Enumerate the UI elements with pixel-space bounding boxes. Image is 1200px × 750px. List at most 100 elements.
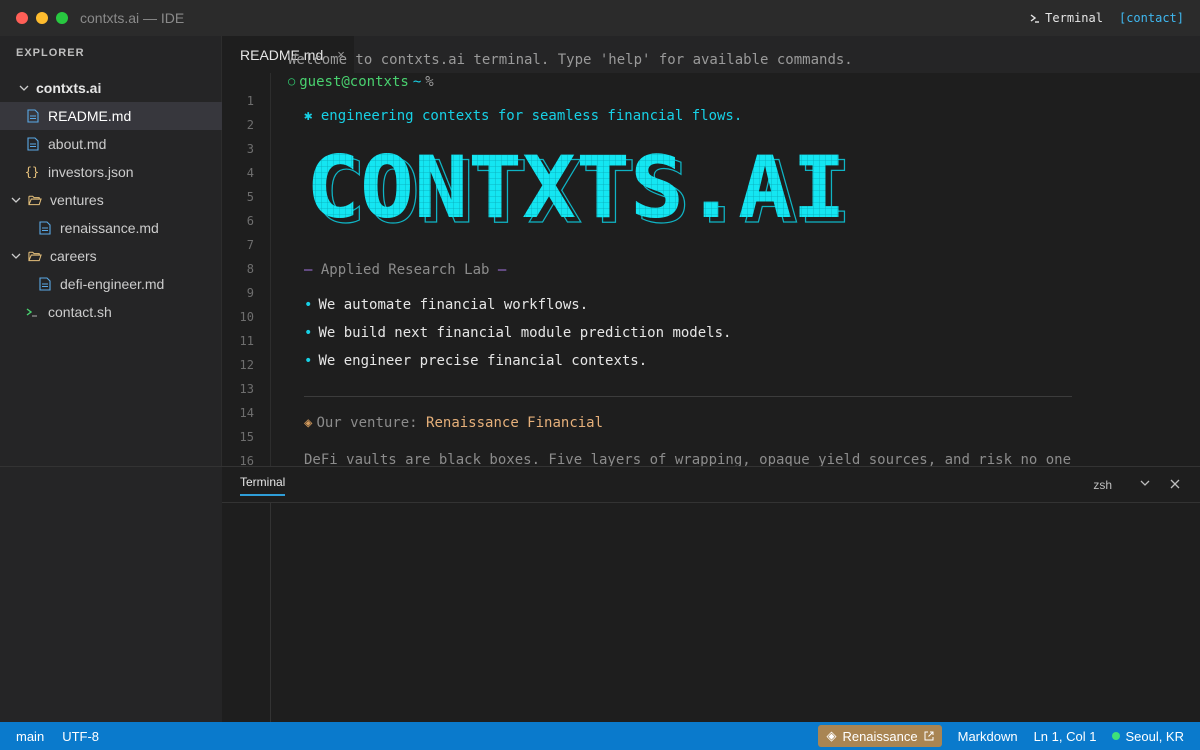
tree-item-renaissance[interactable]: renaissance.md xyxy=(0,214,222,242)
terminal-header: Terminal zsh xyxy=(222,467,1200,503)
line-number: 10 xyxy=(239,310,254,324)
terminal-panel: Terminal zsh xyxy=(0,466,1200,723)
divider xyxy=(304,396,1072,397)
bullet-dot: • xyxy=(304,297,313,313)
tree-folder-careers[interactable]: careers xyxy=(0,242,222,270)
terminal-icon xyxy=(1030,14,1040,23)
tree-item-label: ventures xyxy=(50,192,104,208)
file-tree: contxts.ai README.md about.md {} investo… xyxy=(0,74,222,326)
bullet-item: • We automate financial workflows. xyxy=(304,297,588,313)
window-controls xyxy=(16,12,68,24)
lab-dash-left: — xyxy=(304,262,313,278)
line-number: 16 xyxy=(239,454,254,466)
renaissance-badge[interactable]: ◈ Renaissance xyxy=(818,725,942,747)
tree-folder-ventures[interactable]: ventures xyxy=(0,186,222,214)
language-mode[interactable]: Markdown xyxy=(958,729,1018,744)
chevron-down-icon xyxy=(10,251,22,261)
terminal-gutter xyxy=(222,503,271,723)
external-link-icon xyxy=(924,731,934,741)
diamond-icon: ◈ xyxy=(826,728,837,743)
git-branch[interactable]: main xyxy=(16,729,44,744)
contact-link[interactable]: [contact] xyxy=(1119,11,1184,25)
terminal-sidebar-filler xyxy=(0,467,222,723)
bullet-item: • We engineer precise financial contexts. xyxy=(304,353,647,369)
line-number: 8 xyxy=(246,262,254,276)
venture-line: ◈ Our venture: Renaissance Financial xyxy=(304,415,603,431)
editor-pane[interactable]: 1 2 3 4 5 6 7 8 9 10 11 12 13 14 15 16 ✱… xyxy=(222,73,1200,466)
line-number: 7 xyxy=(246,238,254,252)
line-number: 14 xyxy=(239,406,254,420)
line-number: 5 xyxy=(246,190,254,204)
terminal-toggle-button[interactable]: Terminal xyxy=(1029,11,1103,25)
venture-prefix: Our venture: xyxy=(316,415,418,431)
bullet-dot: • xyxy=(304,325,313,341)
maximize-window-button[interactable] xyxy=(56,12,68,24)
online-status-icon xyxy=(1112,732,1121,740)
minimize-window-button[interactable] xyxy=(36,12,48,24)
lab-subtitle: — Applied Research Lab — xyxy=(304,262,506,278)
tree-item-about[interactable]: about.md xyxy=(0,130,222,158)
encoding-indicator[interactable]: UTF-8 xyxy=(62,729,99,744)
markdown-file-icon xyxy=(26,136,40,152)
tree-root-folder[interactable]: contxts.ai xyxy=(0,74,222,102)
location-label: Seoul, KR xyxy=(1125,728,1184,744)
shell-script-icon xyxy=(24,304,40,320)
tree-item-label: careers xyxy=(50,248,97,264)
bullet-text: We build next financial module predictio… xyxy=(318,325,732,341)
chevron-down-icon xyxy=(18,83,30,93)
prompt-symbol: % xyxy=(425,74,434,90)
chevron-down-icon xyxy=(10,195,22,205)
bullet-text: We automate financial workflows. xyxy=(318,297,589,313)
tree-item-label: contact.sh xyxy=(48,304,112,320)
contxts-ascii-logo: CONTXTS.AI CONTXTS.AI xyxy=(306,149,852,229)
line-number: 2 xyxy=(246,118,254,132)
venture-link[interactable]: Renaissance Financial xyxy=(426,415,603,431)
terminal-welcome: Welcome to contxts.ai terminal. Type 'he… xyxy=(288,52,853,68)
window-title: contxts.ai — IDE xyxy=(80,10,185,26)
line-number: 15 xyxy=(239,430,254,444)
terminal-prompt[interactable]: ○ guest@contxts ~ % xyxy=(288,74,853,90)
tree-root-label: contxts.ai xyxy=(36,80,102,96)
markdown-file-icon xyxy=(38,220,52,236)
renaissance-badge-label: Renaissance xyxy=(842,728,918,744)
tree-item-label: README.md xyxy=(48,108,132,124)
shell-selector[interactable]: zsh xyxy=(1093,478,1112,492)
tree-item-contact[interactable]: contact.sh xyxy=(0,298,222,326)
diamond-icon: ◈ xyxy=(304,415,313,431)
tagline: ✱ engineering contexts for seamless fina… xyxy=(304,108,743,124)
cursor-position[interactable]: Ln 1, Col 1 xyxy=(1034,729,1097,744)
lab-title: Applied Research Lab xyxy=(320,262,490,278)
markdown-file-icon xyxy=(26,108,40,124)
line-number: 3 xyxy=(246,142,254,156)
title-bar: contxts.ai — IDE Terminal [contact] xyxy=(0,0,1200,36)
close-window-button[interactable] xyxy=(16,12,28,24)
tree-item-investors[interactable]: {} investors.json xyxy=(0,158,222,186)
terminal-output[interactable]: Welcome to contxts.ai terminal. Type 'he… xyxy=(288,52,853,90)
line-number: 13 xyxy=(239,382,254,396)
bullet-item: • We build next financial module predicti… xyxy=(304,325,731,341)
bullet-text: We engineer precise financial contexts. xyxy=(318,353,648,369)
tree-item-label: investors.json xyxy=(48,164,134,180)
status-bar: main UTF-8 ◈ Renaissance Markdown Ln 1, … xyxy=(0,722,1200,750)
tree-item-readme[interactable]: README.md xyxy=(0,102,222,130)
tree-item-label: renaissance.md xyxy=(60,220,159,236)
line-number: 11 xyxy=(239,334,254,348)
chevron-down-icon[interactable] xyxy=(1140,477,1150,491)
location-indicator: Seoul, KR xyxy=(1112,729,1184,744)
tree-item-label: about.md xyxy=(48,136,107,152)
prompt-circle-icon: ○ xyxy=(288,74,296,88)
lab-dash-right: — xyxy=(497,262,507,278)
folder-open-icon xyxy=(28,248,42,264)
close-terminal-icon[interactable] xyxy=(1170,476,1180,492)
logo-fill: CONTXTS.AI xyxy=(306,149,846,229)
tab-terminal[interactable]: Terminal xyxy=(240,475,286,496)
tree-item-label: defi-engineer.md xyxy=(60,276,165,292)
line-number: 9 xyxy=(246,286,254,300)
line-number: 4 xyxy=(246,166,254,180)
line-number: 1 xyxy=(246,94,254,108)
line-number-gutter: 1 2 3 4 5 6 7 8 9 10 11 12 13 14 15 16 xyxy=(222,73,271,466)
venture-description: DeFi vaults are black boxes. Five layers… xyxy=(304,452,1072,466)
prompt-dir: ~ xyxy=(412,74,422,90)
tree-item-defi-engineer[interactable]: defi-engineer.md xyxy=(0,270,222,298)
bullet-dot: • xyxy=(304,353,313,369)
